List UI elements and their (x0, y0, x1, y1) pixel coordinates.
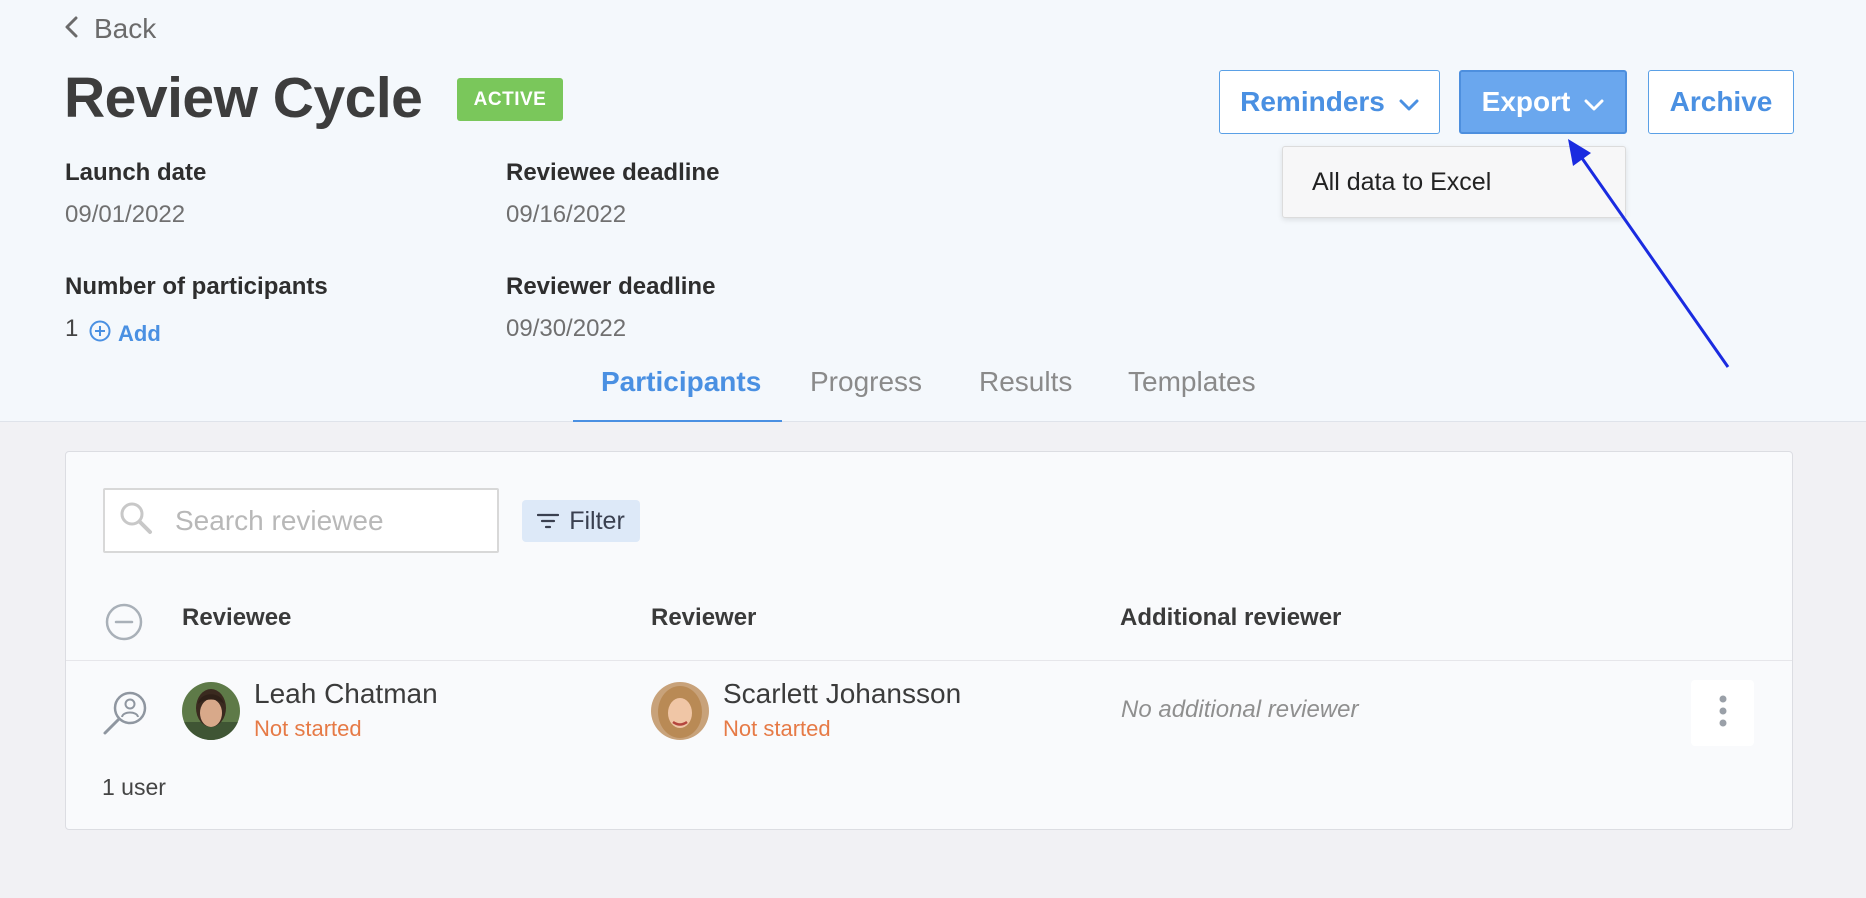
launch-date-value: 09/01/2022 (65, 201, 186, 228)
tab-participants[interactable]: Participants (601, 366, 761, 398)
reviewee-search-icon[interactable] (102, 688, 150, 741)
column-header-additional-reviewer: Additional reviewer (1120, 604, 1342, 631)
reviewer-deadline-label: Reviewer deadline (506, 273, 716, 300)
chevron-down-icon (1399, 86, 1419, 118)
tab-results[interactable]: Results (979, 366, 1072, 398)
avatar (182, 682, 240, 740)
column-header-reviewee: Reviewee (182, 604, 292, 631)
user-count: 1 user (102, 774, 166, 800)
avatar (651, 682, 709, 740)
participants-label: Number of participants (65, 273, 328, 300)
add-participant-button[interactable]: Add (89, 320, 161, 348)
tab-progress[interactable]: Progress (810, 366, 922, 398)
header-divider (66, 660, 1792, 661)
tab-templates[interactable]: Templates (1128, 366, 1256, 398)
row-actions-button[interactable] (1691, 680, 1754, 746)
back-link[interactable]: Back (64, 12, 156, 46)
reviewee-status: Not started (254, 716, 362, 741)
add-label: Add (118, 321, 161, 346)
archive-button[interactable]: Archive (1648, 70, 1794, 134)
chevron-down-icon (1584, 86, 1604, 118)
reminders-label: Reminders (1240, 86, 1385, 117)
reminders-button[interactable]: Reminders (1219, 70, 1440, 134)
reviewer-deadline-value: 09/30/2022 (506, 315, 627, 342)
reviewer-status: Not started (723, 716, 831, 741)
more-vertical-icon (1719, 695, 1727, 732)
additional-reviewer-empty: No additional reviewer (1121, 696, 1359, 723)
search-box[interactable] (103, 488, 499, 553)
reviewee-name[interactable]: Leah Chatman (254, 678, 438, 710)
search-input[interactable] (173, 503, 477, 538)
export-button[interactable]: Export (1459, 70, 1627, 134)
reviewee-deadline-value: 09/16/2022 (506, 201, 627, 228)
launch-date-label: Launch date (65, 159, 207, 186)
active-tab-indicator (573, 420, 782, 422)
participants-count: 1 (65, 315, 79, 342)
export-label: Export (1481, 86, 1571, 117)
filter-icon (537, 507, 560, 536)
column-header-reviewer: Reviewer (651, 604, 757, 631)
reviewer-name[interactable]: Scarlett Johansson (723, 678, 961, 710)
filter-button[interactable]: Filter (522, 500, 640, 542)
filter-label: Filter (569, 506, 625, 535)
chevron-left-icon (64, 13, 78, 45)
reviewee-deadline-label: Reviewee deadline (506, 159, 720, 186)
page-title: Review Cycle (64, 66, 423, 130)
minus-circle-icon (105, 603, 143, 645)
select-all-toggle[interactable] (105, 603, 143, 646)
export-all-data-excel-item[interactable]: All data to Excel (1312, 168, 1491, 197)
annotation-arrow (1568, 139, 1730, 368)
status-badge: ACTIVE (457, 78, 563, 121)
plus-circle-icon (89, 320, 111, 348)
search-icon (119, 501, 153, 540)
archive-label: Archive (1669, 86, 1773, 117)
back-label: Back (94, 13, 157, 44)
